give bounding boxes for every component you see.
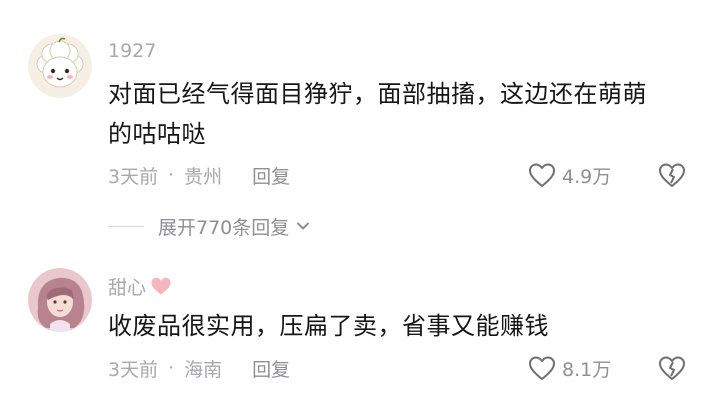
expand-replies-label: 展开770条回复	[158, 216, 290, 239]
comment-meta: 3天前 · 贵州 回复	[108, 161, 290, 189]
username-text: 1927	[108, 40, 157, 62]
meta-separator: ·	[168, 357, 175, 379]
avatar[interactable]	[28, 34, 92, 98]
timestamp: 3天前	[108, 165, 159, 188]
comment-text-line: 的咕咕哒	[108, 120, 206, 148]
like-count: 4.9万	[562, 165, 612, 188]
broken-heart-icon	[659, 356, 685, 380]
username[interactable]: 甜心	[108, 273, 172, 299]
location: 海南	[184, 358, 223, 381]
timestamp: 3天前	[108, 358, 159, 381]
comment-text: 对面已经气得面目狰狞，面部抽搐，这边还在萌萌 的咕咕哒	[108, 74, 708, 154]
like-button[interactable]: 4.9万	[528, 161, 611, 189]
heart-outline-icon	[529, 163, 555, 187]
dislike-button[interactable]	[658, 161, 686, 189]
heart-outline-icon	[529, 356, 555, 380]
girl-avatar-icon	[28, 268, 92, 332]
like-button[interactable]: 8.1万	[528, 354, 611, 382]
chevron-down-icon	[297, 222, 310, 230]
reply-button[interactable]: 回复	[252, 162, 290, 189]
like-count: 8.1万	[562, 358, 612, 381]
pink-heart-icon	[151, 277, 171, 295]
username[interactable]: 1927	[108, 38, 156, 64]
reply-button[interactable]: 回复	[252, 355, 290, 382]
comment-meta: 3天前 · 海南 回复	[108, 354, 290, 382]
meta-separator: ·	[168, 164, 175, 186]
comment-text: 收废品很实用，压扁了卖，省事又能赚钱	[108, 306, 708, 346]
avatar[interactable]	[28, 268, 92, 332]
location: 贵州	[184, 165, 223, 188]
comment-text-line: 收废品很实用，压扁了卖，省事又能赚钱	[108, 312, 549, 340]
dislike-button[interactable]	[658, 354, 686, 382]
expand-replies-button[interactable]: 展开770条回复	[108, 212, 311, 240]
broken-heart-icon	[659, 163, 685, 187]
comment-text-line: 对面已经气得面目狰狞，面部抽搐，这边还在萌萌	[108, 80, 647, 108]
sheep-avatar-icon	[28, 34, 92, 98]
username-text: 甜心	[108, 276, 147, 299]
divider-line	[108, 225, 144, 227]
